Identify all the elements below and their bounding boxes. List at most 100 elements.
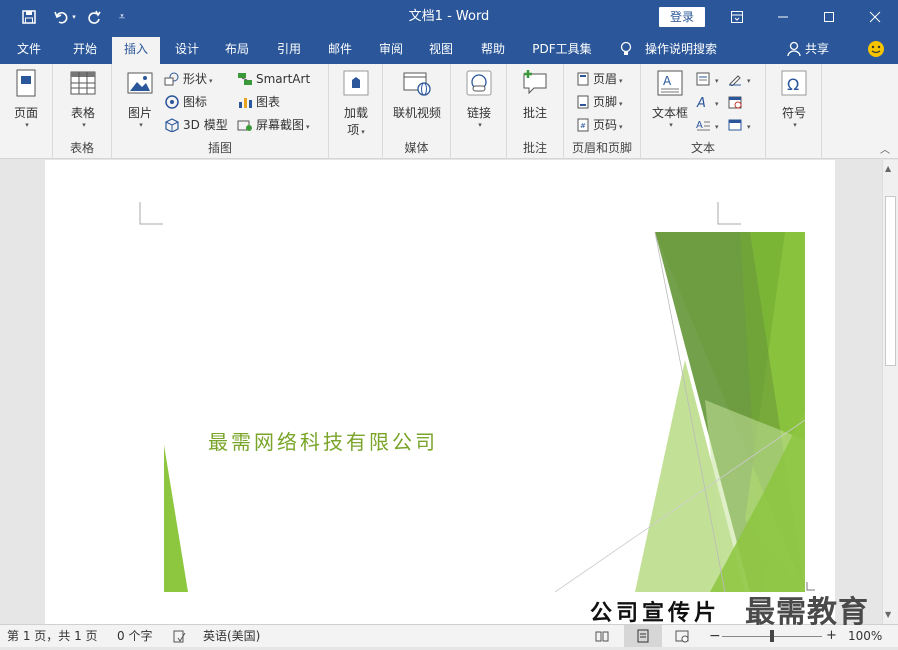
- svg-text:A: A: [663, 74, 672, 88]
- word-count[interactable]: 0 个字: [117, 625, 152, 647]
- tab-pdf-tools[interactable]: PDF工具集: [524, 34, 600, 64]
- chevron-down-icon: ▾: [669, 121, 673, 129]
- shapes-label: 形状: [183, 72, 208, 86]
- tab-home[interactable]: 开始: [62, 34, 108, 64]
- tab-design[interactable]: 设计: [164, 34, 210, 64]
- svg-text:Ω: Ω: [787, 75, 799, 94]
- undo-icon[interactable]: ▾: [50, 7, 80, 27]
- footer-button[interactable]: 页脚 ▾: [576, 92, 623, 112]
- vertical-scrollbar[interactable]: ▲ ▼: [882, 160, 898, 624]
- tab-mailings[interactable]: 邮件: [317, 34, 363, 64]
- tab-review[interactable]: 审阅: [368, 34, 414, 64]
- screenshot-button[interactable]: 屏幕截图 ▾: [237, 115, 310, 135]
- icons-button[interactable]: 图标: [164, 92, 207, 112]
- quick-parts-icon: [696, 72, 710, 86]
- screenshot-icon: [237, 120, 252, 131]
- redo-icon[interactable]: [82, 7, 106, 27]
- scroll-thumb[interactable]: [885, 196, 896, 366]
- zoom-out-button[interactable]: −: [709, 625, 721, 647]
- omega-icon: Ω: [781, 70, 807, 96]
- group-header-footer: 页眉 ▾ 页脚 ▾ # 页码 ▾ 页眉和页脚: [564, 64, 641, 159]
- smartart-label: SmartArt: [256, 72, 311, 86]
- table-icon: [70, 71, 96, 95]
- tab-file[interactable]: 文件: [6, 34, 52, 64]
- shapes-button[interactable]: 形状 ▾: [164, 69, 213, 89]
- comment-icon: [523, 70, 547, 95]
- page-label: 页面: [13, 106, 38, 120]
- addins-button[interactable]: 加载 项 ▾: [337, 68, 375, 138]
- textbox-button[interactable]: A 文本框 ▾: [649, 68, 691, 129]
- customize-qat-icon[interactable]: ⩡: [110, 7, 134, 27]
- new-comment-button[interactable]: 批注: [517, 68, 553, 121]
- web-layout-icon[interactable]: [675, 625, 689, 647]
- proofing-icon[interactable]: [172, 625, 186, 647]
- header-button[interactable]: 页眉 ▾: [576, 69, 623, 89]
- group-symbols: Ω 符号 ▾: [766, 64, 822, 159]
- svg-text:A: A: [696, 120, 703, 131]
- smartart-icon: [238, 73, 252, 85]
- calendar-icon: [728, 96, 742, 109]
- ribbon-display-icon[interactable]: [714, 0, 760, 34]
- document-page[interactable]: [45, 160, 835, 624]
- signature-line-button[interactable]: ▾: [728, 69, 751, 89]
- scroll-up-icon[interactable]: ▲: [885, 164, 891, 173]
- 3d-model-button[interactable]: 3D 模型: [164, 115, 228, 135]
- picture-button[interactable]: 图片 ▾: [122, 68, 158, 129]
- tell-me-search[interactable]: 操作说明搜索: [640, 34, 722, 64]
- drop-cap-icon: A: [696, 120, 710, 131]
- maximize-icon[interactable]: [806, 0, 852, 34]
- ribbon-insert: 页面 ▾ 表格 ▾ 表格 图片 ▾ 形状▾ 图标 3D 模型 SmartArt: [0, 64, 898, 159]
- collapse-ribbon-icon[interactable]: ︿: [880, 141, 890, 156]
- symbol-button[interactable]: Ω 符号 ▾: [776, 68, 812, 129]
- tab-layout[interactable]: 布局: [214, 34, 260, 64]
- tab-view[interactable]: 视图: [418, 34, 464, 64]
- picture-label: 图片: [127, 106, 152, 120]
- tab-references[interactable]: 引用: [266, 34, 312, 64]
- page-number-button[interactable]: # 页码 ▾: [576, 115, 623, 135]
- textbox-icon: A: [657, 70, 683, 96]
- table-button[interactable]: 表格 ▾: [61, 68, 105, 129]
- drop-cap-button[interactable]: A ▾: [696, 115, 719, 135]
- wordart-button[interactable]: A ▾: [696, 92, 719, 112]
- language[interactable]: 英语(美国): [203, 625, 260, 647]
- screenshot-label: 屏幕截图: [256, 118, 305, 132]
- read-mode-icon[interactable]: [595, 625, 609, 647]
- share-button[interactable]: 共享: [802, 34, 832, 64]
- chevron-down-icon: ▾: [793, 121, 797, 129]
- addins-label: 加载: [343, 106, 368, 120]
- print-layout-icon[interactable]: [624, 625, 662, 647]
- link-icon: [466, 70, 492, 96]
- feedback-smiley-icon[interactable]: [864, 34, 888, 64]
- icons-label: 图标: [183, 95, 208, 109]
- watermark: 最需教育: [745, 595, 869, 630]
- login-button[interactable]: 登录: [659, 7, 705, 27]
- object-button[interactable]: ▾: [728, 115, 751, 135]
- page-button[interactable]: 页面 ▾: [6, 68, 46, 129]
- footer-label: 页脚: [593, 95, 618, 109]
- smartart-button[interactable]: SmartArt: [237, 69, 310, 89]
- close-icon[interactable]: [852, 0, 898, 34]
- promo-title-text[interactable]: 公司宣传片: [590, 595, 720, 624]
- quick-parts-button[interactable]: ▾: [696, 69, 719, 89]
- chevron-down-icon: ▾: [139, 121, 143, 129]
- tab-insert[interactable]: 插入: [112, 37, 160, 64]
- signature-icon: [729, 75, 741, 87]
- date-time-button[interactable]: [728, 92, 745, 112]
- group-label-media: 媒体: [404, 141, 429, 155]
- company-name-text[interactable]: 最需网络科技有限公司: [208, 426, 438, 455]
- tab-help[interactable]: 帮助: [470, 34, 516, 64]
- links-button[interactable]: 链接 ▾: [461, 68, 497, 129]
- title-bar: ▾ ⩡ 文档1 - Word 登录: [0, 0, 898, 34]
- 3d-model-label: 3D 模型: [183, 118, 228, 132]
- online-video-button[interactable]: 联机视频: [389, 68, 445, 121]
- lightbulb-icon: [616, 34, 636, 64]
- chart-button[interactable]: 图表: [237, 92, 280, 112]
- page-count[interactable]: 第 1 页，共 1 页: [7, 625, 98, 647]
- save-icon[interactable]: [17, 7, 41, 27]
- minimize-icon[interactable]: [760, 0, 806, 34]
- scroll-down-icon[interactable]: ▼: [885, 610, 891, 619]
- page-icon: [16, 69, 36, 97]
- group-comments: 批注 批注: [507, 64, 564, 159]
- comment-label: 批注: [522, 106, 547, 120]
- chart-icon: [239, 98, 252, 108]
